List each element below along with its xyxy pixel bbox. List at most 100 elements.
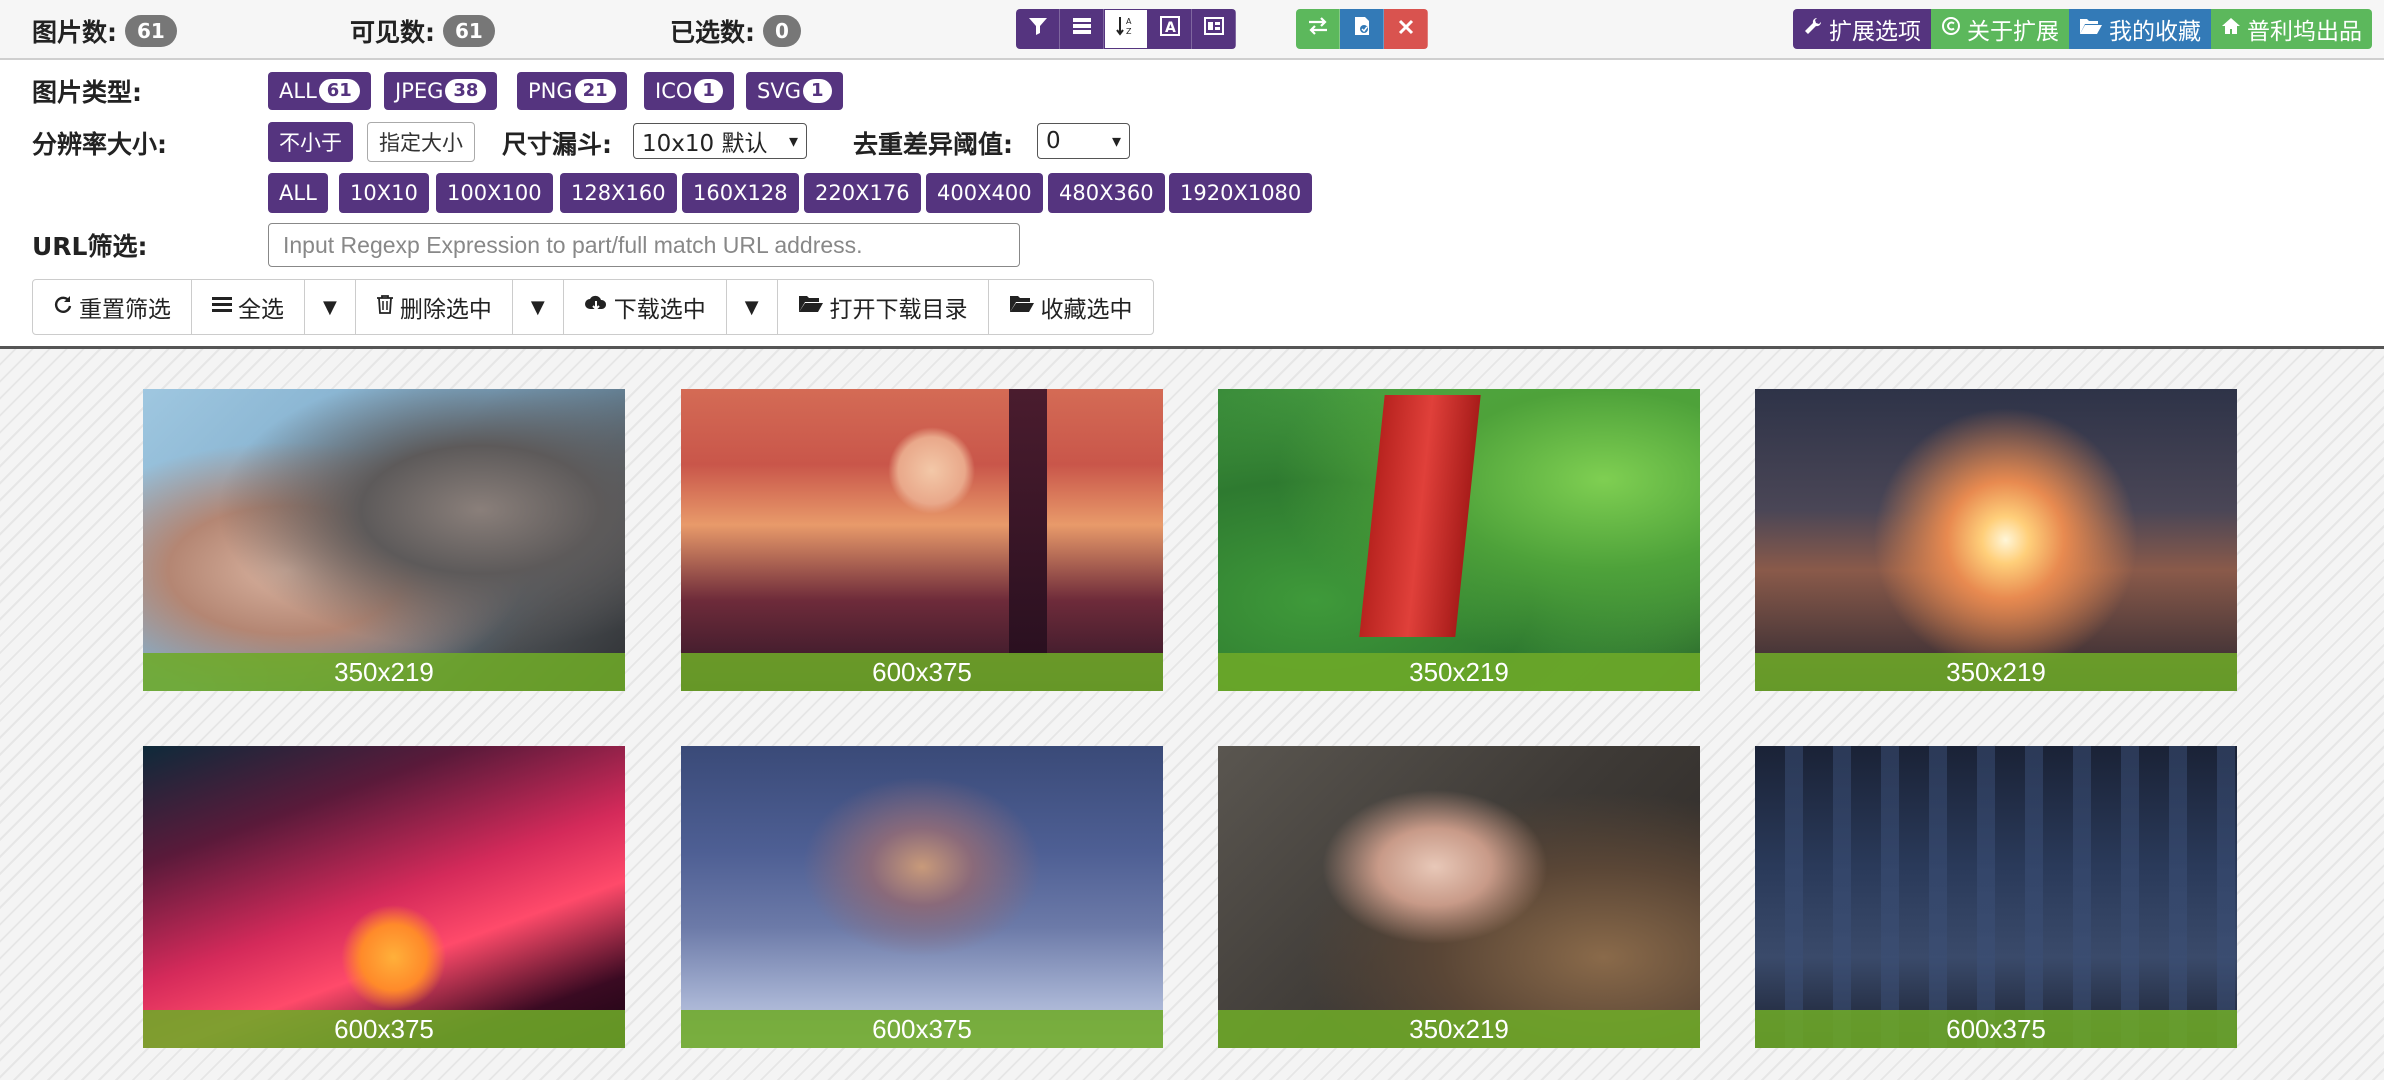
image-gallery: 350x219 600x375 350x219 350x219 600x375 … — [0, 346, 2384, 1080]
layout-icon — [1203, 15, 1225, 43]
image-card[interactable]: 600x375 — [143, 746, 625, 1048]
image-card[interactable]: 600x375 — [681, 746, 1163, 1048]
size-preset-480x360[interactable]: 480X360 — [1048, 173, 1165, 213]
url-filter-input[interactable] — [268, 223, 1020, 267]
type-filter-count: 21 — [574, 79, 616, 103]
svg-text:A: A — [1126, 17, 1132, 26]
close-button[interactable] — [1384, 9, 1428, 49]
my-favorites-label: 我的收藏 — [2109, 19, 2201, 45]
size-preset-128x160[interactable]: 128X160 — [560, 173, 677, 213]
size-preset-400x400[interactable]: 400X400 — [926, 173, 1043, 213]
refresh-icon — [53, 294, 73, 320]
image-count-badge: 61 — [125, 15, 177, 47]
size-preset-10x10[interactable]: 10X10 — [339, 173, 429, 213]
type-filter-label: PNG — [528, 79, 573, 103]
dedupe-threshold-value: 0 — [1046, 128, 1061, 154]
sort-icon: AZ — [1115, 15, 1137, 43]
about-extension-button[interactable]: 关于扩展 — [1931, 9, 2069, 49]
chevron-down-icon: ▾ — [788, 130, 798, 152]
image-card[interactable]: 350x219 — [1755, 389, 2237, 691]
type-filter-count: 61 — [318, 79, 360, 103]
delete-selected-label: 删除选中 — [399, 297, 492, 323]
image-thumbnail-archer — [143, 389, 625, 691]
list-icon — [1071, 15, 1093, 43]
image-card[interactable]: 350x219 — [1218, 389, 1700, 691]
dedupe-threshold-select[interactable]: 0 ▾ — [1037, 123, 1130, 159]
not-smaller-toggle[interactable]: 不小于 — [268, 122, 353, 162]
download-selected-dropdown[interactable]: ▼ — [727, 280, 778, 334]
type-filter-count: 1 — [694, 79, 723, 103]
type-filter-count: 1 — [802, 79, 832, 103]
delete-selected-button[interactable]: 删除选中 — [356, 280, 513, 334]
about-extension-label: 关于扩展 — [1967, 19, 2059, 45]
action-toolbar — [1296, 9, 1428, 49]
image-card[interactable]: 600x375 — [1755, 746, 2237, 1048]
selected-count-label: 已选数: — [670, 18, 755, 47]
select-all-dropdown[interactable]: ▼ — [305, 280, 356, 334]
my-favorites-button[interactable]: 我的收藏 — [2069, 9, 2211, 49]
download-selected-label: 下载选中 — [613, 297, 706, 323]
image-size-caption: 600x375 — [143, 1010, 625, 1048]
favorite-selected-label: 收藏选中 — [1040, 297, 1133, 323]
delete-selected-dropdown[interactable]: ▼ — [513, 280, 564, 334]
image-card[interactable]: 350x219 — [143, 389, 625, 691]
wrench-icon — [1803, 16, 1823, 42]
size-preset-100x100[interactable]: 100X100 — [436, 173, 553, 213]
selected-count: 已选数: 0 — [670, 13, 801, 49]
type-filter-label: ICO — [655, 79, 693, 103]
type-filter-png[interactable]: PNG 21 — [517, 72, 627, 110]
type-filter-svg[interactable]: SVG 1 — [746, 72, 843, 110]
visible-count: 可见数: 61 — [350, 13, 495, 49]
image-size-caption: 350x219 — [1218, 653, 1700, 691]
image-card[interactable]: 350x219 — [1218, 746, 1700, 1048]
type-filter-label: ALL — [279, 79, 317, 103]
size-preset-220x176[interactable]: 220X176 — [804, 173, 921, 213]
filter-button[interactable] — [1016, 9, 1060, 49]
copyright-icon — [1941, 16, 1961, 42]
filter-icon — [1027, 15, 1049, 43]
file-icon — [1351, 15, 1373, 43]
image-thumbnail-girl-chains — [1218, 746, 1700, 1048]
open-download-dir-button[interactable]: 打开下载目录 — [778, 280, 989, 334]
select-all-button[interactable]: 全选 — [192, 280, 305, 334]
size-preset-1920x1080[interactable]: 1920X1080 — [1169, 173, 1313, 213]
action-bar: 重置筛选 全选 ▼ 删除选中 ▼ 下载选中 ▼ 打开下载目录 收藏选中 — [32, 279, 1154, 335]
font-button[interactable]: A — [1148, 9, 1192, 49]
filter-panel: 图片类型: ALL 61 JPEG 38 PNG 21 ICO 1 SVG 1 … — [0, 60, 2384, 346]
download-selected-button[interactable]: 下载选中 — [564, 280, 727, 334]
size-funnel-label: 尺寸漏斗: — [502, 130, 612, 159]
image-thumbnail-snow-temple — [681, 746, 1163, 1048]
product-button[interactable]: 普利坞出品 — [2211, 9, 2372, 49]
reset-filter-button[interactable]: 重置筛选 — [33, 280, 192, 334]
view-toolbar: AZ A — [1016, 9, 1236, 49]
image-card[interactable]: 600x375 — [681, 389, 1163, 691]
svg-text:A: A — [1165, 20, 1176, 36]
header-menu: 扩展选项 关于扩展 我的收藏 普利坞出品 — [1793, 9, 2372, 49]
image-thumbnail-fist-bump — [1755, 389, 2237, 691]
image-size-caption: 350x219 — [1755, 653, 2237, 691]
specify-size-toggle[interactable]: 指定大小 — [367, 122, 475, 162]
size-funnel-select[interactable]: 10x10 默认 ▾ — [633, 123, 807, 159]
product-label: 普利坞出品 — [2247, 19, 2362, 45]
size-preset-all[interactable]: ALL — [268, 173, 328, 213]
type-filter-ico[interactable]: ICO 1 — [644, 72, 734, 110]
resolution-label: 分辨率大小: — [32, 130, 167, 159]
image-thumbnail-sunset-landscape — [681, 389, 1163, 691]
type-filter-all[interactable]: ALL 61 — [268, 72, 371, 110]
type-filter-jpeg[interactable]: JPEG 38 — [384, 72, 498, 110]
list-view-button[interactable] — [1060, 9, 1104, 49]
size-funnel-value: 10x10 默认 — [642, 131, 768, 157]
layout-button[interactable] — [1192, 9, 1236, 49]
sort-button[interactable]: AZ — [1104, 9, 1148, 49]
favorite-selected-button[interactable]: 收藏选中 — [989, 280, 1153, 334]
size-preset-160x128[interactable]: 160X128 — [682, 173, 799, 213]
tree-trunk-shape — [1008, 389, 1048, 655]
export-file-button[interactable] — [1340, 9, 1384, 49]
image-size-caption: 350x219 — [1218, 1010, 1700, 1048]
extension-options-button[interactable]: 扩展选项 — [1793, 9, 1931, 49]
list-icon — [212, 295, 232, 320]
image-count-label: 图片数: — [32, 18, 117, 47]
font-icon: A — [1159, 15, 1181, 43]
image-size-caption: 600x375 — [1755, 1010, 2237, 1048]
swap-button[interactable] — [1296, 9, 1340, 49]
